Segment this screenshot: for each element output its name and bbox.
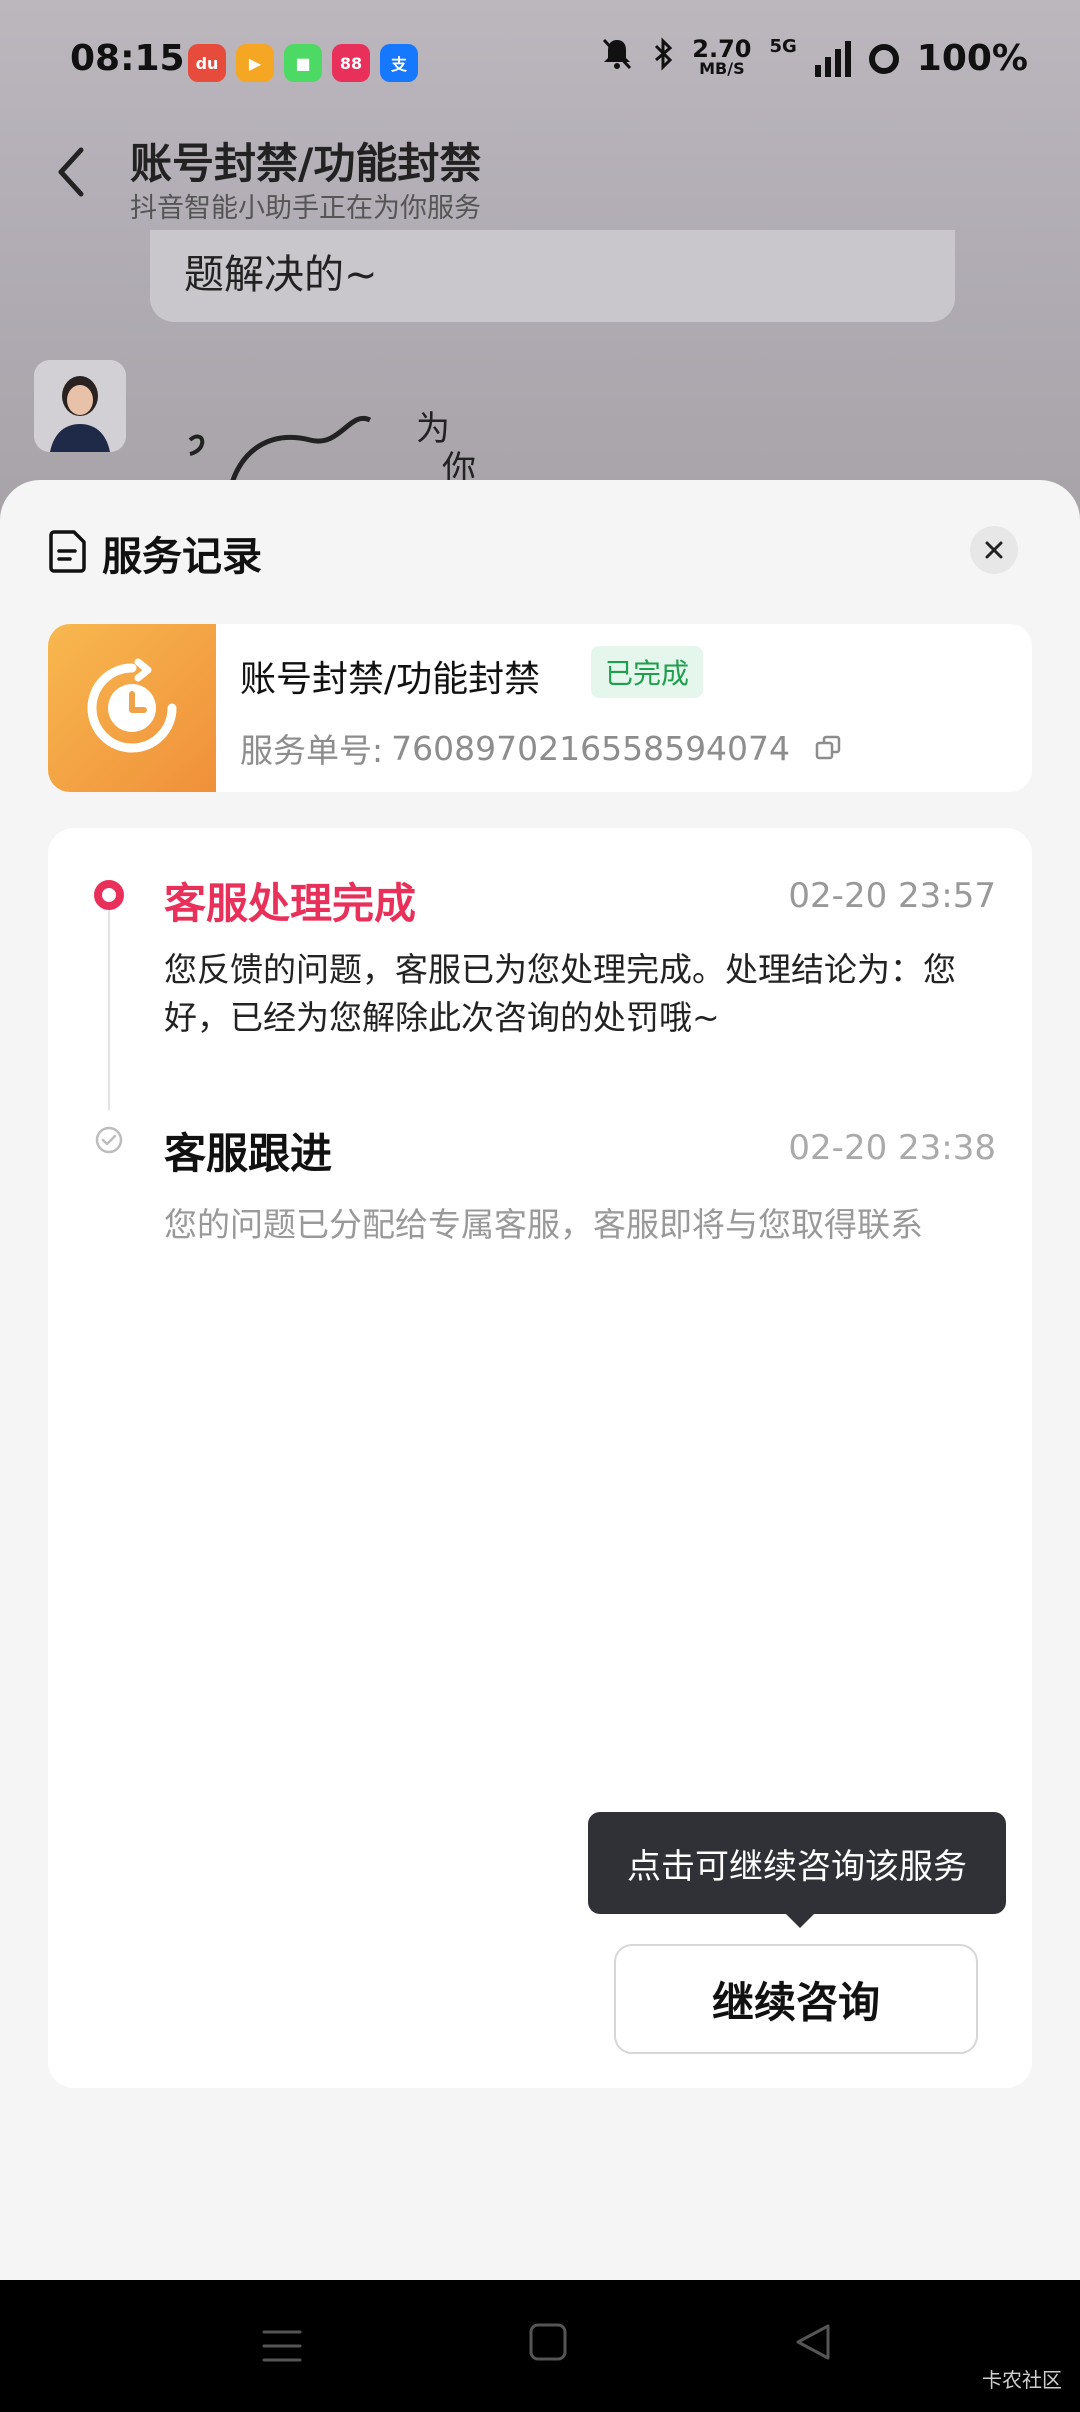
timeline-connector	[108, 898, 110, 1110]
timeline-item-title: 客服处理完成	[164, 879, 417, 928]
signal-icon	[814, 40, 851, 77]
sheet-title: 服务记录	[102, 534, 262, 580]
chat-bubble-text: 题解决的~	[184, 252, 378, 298]
menu-button[interactable]	[262, 2326, 302, 2370]
close-icon	[985, 541, 1003, 559]
service-card[interactable]: 账号封禁/功能封禁 已完成 服务单号: 7608970216558594074	[48, 624, 1032, 792]
mute-icon	[600, 36, 634, 81]
navigation-bar	[0, 2280, 1080, 2412]
back-triangle-icon	[796, 2324, 830, 2360]
battery-level: 100%	[916, 38, 1028, 79]
video-app-icon: ▶	[236, 44, 274, 82]
timeline-item-desc: 您的问题已分配给专属客服，客服即将与您取得联系	[164, 1205, 923, 1244]
nav-back-button[interactable]	[794, 2322, 834, 2366]
status-badge: 已完成	[591, 646, 704, 698]
map-app-icon: du	[188, 44, 226, 82]
avatar[interactable]	[34, 360, 126, 452]
menu-icon	[262, 2330, 302, 2362]
net-speed-value: 2.70	[692, 34, 752, 63]
chat-background: 08:15 du ▶ ■ 88 支 2.70 MB/S 5G 100% 账号封禁…	[0, 0, 1080, 520]
shopping-app-icon: 88	[332, 44, 370, 82]
net-speed: 2.70 MB/S	[692, 34, 752, 79]
status-indicators: 2.70 MB/S 5G 100%	[600, 36, 1028, 81]
copy-icon[interactable]	[814, 734, 842, 762]
order-number: 7608970216558594074	[391, 728, 791, 768]
close-button[interactable]	[970, 526, 1018, 574]
svg-text:为: 为	[416, 409, 450, 449]
home-icon	[529, 2323, 567, 2361]
service-icon	[48, 624, 216, 792]
check-circle-icon	[95, 1126, 123, 1154]
tooltip: 点击可继续咨询该服务	[588, 1812, 1006, 1914]
battery-icon	[868, 43, 899, 74]
status-app-icons: du ▶ ■ 88 支	[188, 44, 418, 82]
timeline-item-desc: 您反馈的问题，客服已为您处理完成。处理结论为：您好，已经为您解除此次咨询的处罚哦…	[164, 950, 956, 1037]
order-label: 服务单号:	[240, 731, 384, 770]
home-button[interactable]	[528, 2322, 568, 2366]
chevron-left-icon	[58, 147, 84, 197]
tooltip-arrow	[786, 1914, 814, 1928]
order-number-row: 服务单号: 7608970216558594074	[240, 724, 842, 772]
continue-consult-button[interactable]: 继续咨询	[614, 1944, 978, 2054]
alipay-app-icon: 支	[380, 44, 418, 82]
timeline-item-title: 客服跟进	[164, 1129, 333, 1178]
status-bar: 08:15 du ▶ ■ 88 支 2.70 MB/S 5G 100%	[0, 0, 1080, 124]
service-name: 账号封禁/功能封禁	[240, 659, 541, 700]
timeline-item-time: 02-20 23:57	[788, 876, 996, 916]
document-icon	[48, 529, 88, 577]
doodle-illustration: 为 你	[188, 409, 476, 490]
chat-subtitle: 抖音智能小助手正在为你服务	[130, 193, 481, 224]
status-time: 08:15	[70, 38, 185, 79]
timeline-active-dot	[94, 880, 124, 910]
net-speed-unit: MB/S	[699, 58, 745, 78]
watermark: 卡农社区	[982, 2368, 1062, 2392]
service-record-sheet: 服务记录 账号封禁/功能封禁 已完成 服务单号: 760897021655859…	[0, 480, 1080, 2280]
timeline-item-time: 02-20 23:38	[788, 1128, 996, 1168]
message-app-icon: ■	[284, 44, 322, 82]
sheet-header: 服务记录	[48, 524, 262, 582]
back-button[interactable]	[48, 140, 92, 204]
network-type: 5G	[769, 36, 797, 57]
chat-bubble: 题解决的~	[150, 230, 955, 322]
bluetooth-icon	[652, 36, 674, 81]
chat-title: 账号封禁/功能封禁	[130, 139, 482, 188]
chat-header: 账号封禁/功能封禁 抖音智能小助手正在为你服务	[0, 124, 1080, 224]
clock-icon	[87, 658, 177, 753]
